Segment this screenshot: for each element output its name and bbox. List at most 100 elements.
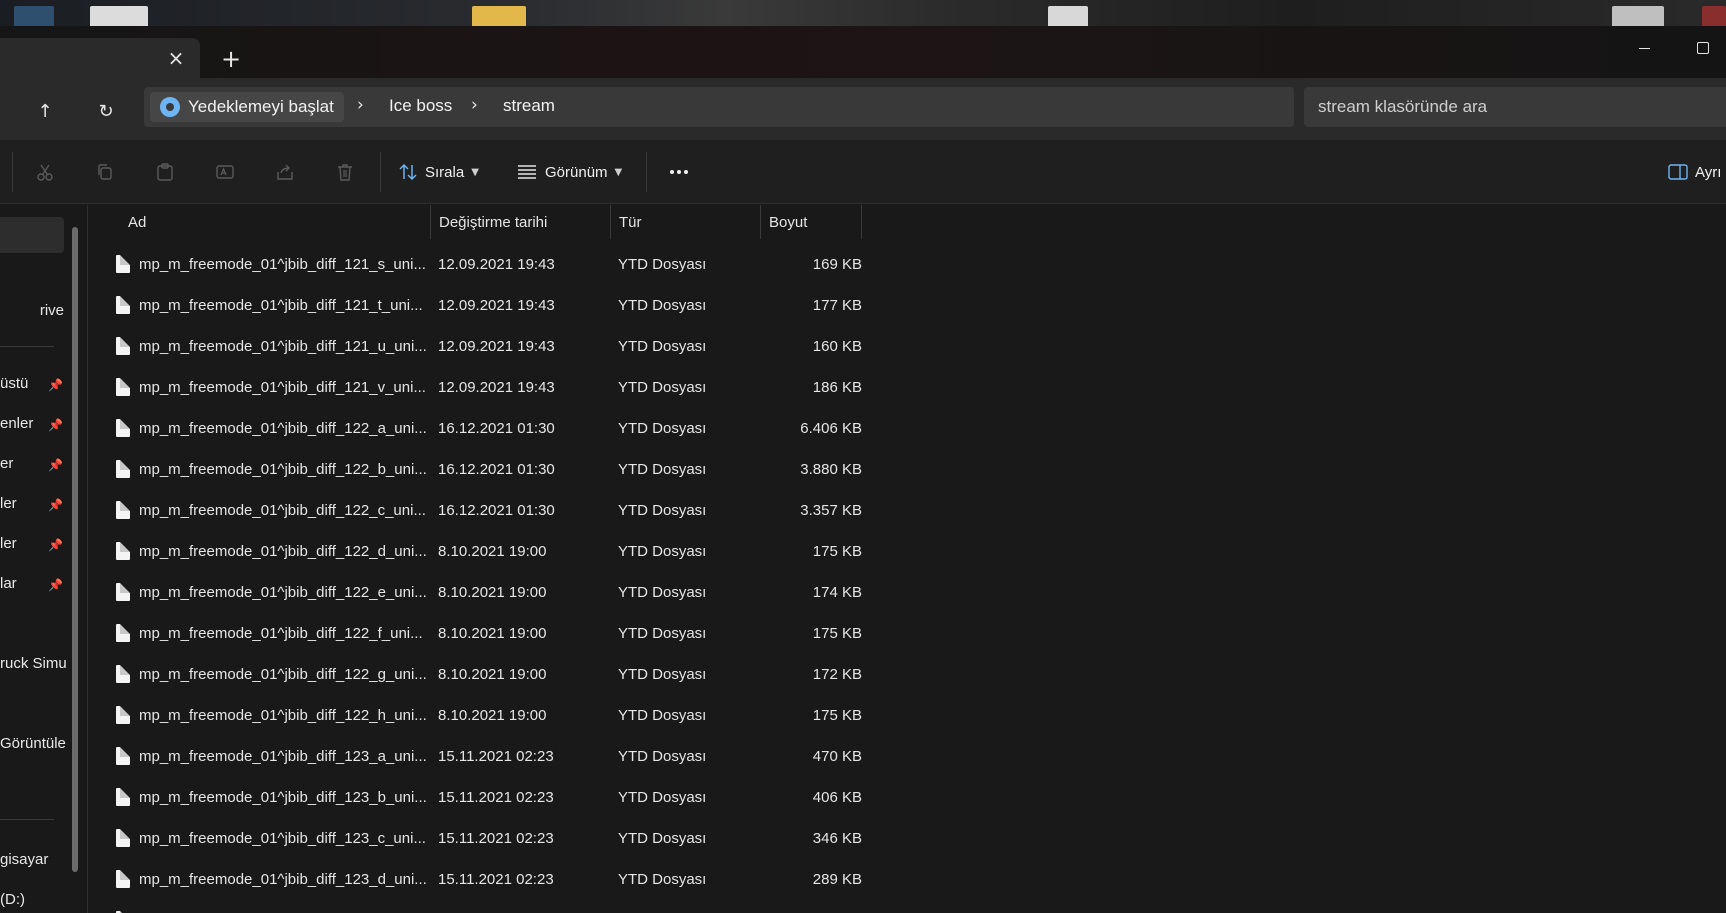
sidebar-item-drive-d[interactable]: (D:)	[0, 891, 66, 913]
navigation-pane: rive üstü 📌 enler 📌 er 📌 ler 📌 ler 📌 lar 📌 ruc…	[0, 205, 88, 913]
file-list: Ad ^ Değiştirme tarihi Tür Boyut mp_m_fr…	[88, 205, 1726, 913]
file-row[interactable]: mp_m_freemode_01^jbib_diff_121_u_uni... …	[88, 327, 862, 368]
paste-icon[interactable]	[152, 160, 178, 184]
file-date: 15.11.2021 02:23	[438, 748, 554, 765]
file-row[interactable]: mp_m_freemode_01^jbib_diff_122_g_uni... …	[88, 655, 862, 696]
file-size: 470 KB	[812, 748, 862, 765]
sidebar-item-this-pc[interactable]: gisayar	[0, 851, 66, 875]
view-list-icon	[518, 165, 536, 179]
file-icon	[116, 255, 130, 273]
file-type: YTD Dosyası	[618, 830, 707, 847]
breadcrumb-item[interactable]: Ice boss	[389, 96, 452, 116]
divider	[646, 152, 647, 192]
file-icon	[116, 747, 130, 765]
file-type: YTD Dosyası	[618, 789, 707, 806]
sort-icon	[399, 163, 417, 181]
sort-ascending-icon: ^	[269, 205, 278, 212]
share-icon[interactable]	[272, 160, 298, 184]
file-size: 177 KB	[812, 297, 862, 314]
address-bar[interactable]: Yedeklemeyi başlat › Ice boss › stream	[144, 87, 1294, 127]
sidebar-item[interactable]: enler 📌	[0, 415, 64, 439]
file-row[interactable]: mp_m_freemode_01^jbib_diff_122_d_uni... …	[88, 532, 862, 573]
column-header-name[interactable]: Ad ^	[88, 205, 431, 239]
breadcrumb-item[interactable]: stream	[503, 96, 555, 116]
column-header-type[interactable]: Tür	[611, 205, 761, 239]
file-date: 8.10.2021 19:00	[438, 625, 547, 642]
file-size: 289 KB	[812, 871, 862, 888]
breadcrumb-backup[interactable]: Yedeklemeyi başlat	[150, 92, 344, 122]
new-tab-button[interactable]: +	[218, 45, 244, 73]
file-row[interactable]: mp_m_freemode_01^jbib_diff_122_f_uni... …	[88, 614, 862, 655]
desktop-icon[interactable]	[1048, 6, 1088, 28]
file-row[interactable]: mp_m_freemode_01^jbib_diff_121_v_uni... …	[88, 368, 862, 409]
file-size: 174 KB	[812, 584, 862, 601]
file-row[interactable]: mp_m_freemode_01^jbib_diff_122_a_uni... …	[88, 409, 862, 450]
file-row[interactable]: mp_m_freemode_01^jbib_diff_121_s_uni... …	[88, 245, 862, 286]
file-type: YTD Dosyası	[618, 338, 707, 355]
sidebar-scrollbar[interactable]	[72, 227, 78, 872]
refresh-icon[interactable]: ↻	[91, 96, 121, 126]
sidebar-selected-item[interactable]	[0, 217, 64, 253]
file-row[interactable]: mp_m_freemode_01^jbib_diff_121_t_uni... …	[88, 286, 862, 327]
file-name: mp_m_freemode_01^jbib_diff_122_h_uni...	[139, 707, 427, 724]
desktop-icon[interactable]	[1702, 6, 1726, 28]
file-type: YTD Dosyası	[618, 297, 707, 314]
up-arrow-icon[interactable]: ↑	[30, 96, 60, 126]
sidebar-item[interactable]: lar 📌	[0, 575, 64, 599]
sidebar-item[interactable]: ruck Simu	[0, 655, 66, 679]
sidebar-item[interactable]: üstü 📌	[0, 375, 64, 399]
file-icon	[116, 829, 130, 847]
details-pane-button[interactable]: Ayrı	[1668, 158, 1721, 186]
folder-icon[interactable]	[472, 6, 526, 28]
sidebar-item[interactable]: ler 📌	[0, 535, 64, 559]
copy-icon[interactable]	[92, 160, 118, 184]
search-input[interactable]	[1304, 87, 1726, 127]
file-row[interactable]: mp_m_freemode_01^jbib_diff_122_e_uni... …	[88, 573, 862, 614]
title-bar: × +	[0, 26, 1726, 78]
minimize-button[interactable]	[1624, 34, 1664, 62]
file-row[interactable]: mp_m_freemode_01^jbib_diff_122_h_uni... …	[88, 696, 862, 737]
column-header-size[interactable]: Boyut	[761, 205, 862, 239]
column-header-date[interactable]: Değiştirme tarihi	[431, 205, 611, 239]
chevron-down-icon: ▼	[471, 166, 479, 178]
sort-button[interactable]: Sırala ▼	[398, 158, 479, 186]
active-tab[interactable]: ×	[0, 38, 200, 78]
maximize-button[interactable]	[1683, 34, 1723, 62]
rename-icon[interactable]	[212, 160, 238, 184]
file-size: 3.880 KB	[800, 461, 862, 478]
close-icon[interactable]: ×	[164, 46, 188, 70]
file-name: mp_m_freemode_01^jbib_diff_123_c_uni...	[139, 830, 426, 847]
file-date: 16.12.2021 01:30	[438, 502, 555, 519]
chevron-right-icon[interactable]: ›	[471, 95, 478, 115]
file-row-partial[interactable]	[88, 901, 862, 913]
sidebar-item[interactable]: rive	[0, 302, 64, 326]
pin-icon: 📌	[48, 378, 63, 392]
file-size: 3.357 KB	[800, 502, 862, 519]
view-label: Görünüm	[545, 163, 608, 181]
file-icon	[116, 624, 130, 642]
desktop-icon[interactable]	[14, 6, 54, 28]
file-row[interactable]: mp_m_freemode_01^jbib_diff_123_b_uni... …	[88, 778, 862, 819]
more-options-button[interactable]	[666, 158, 692, 186]
cut-icon[interactable]	[32, 160, 58, 184]
sort-label: Sırala	[425, 163, 465, 181]
sidebar-item[interactable]: ler 📌	[0, 495, 64, 519]
sidebar-item[interactable]: Görüntüle	[0, 735, 66, 759]
file-icon	[116, 419, 130, 437]
file-row[interactable]: mp_m_freemode_01^jbib_diff_123_d_uni... …	[88, 860, 862, 901]
file-row[interactable]: mp_m_freemode_01^jbib_diff_122_c_uni... …	[88, 491, 862, 532]
file-size: 406 KB	[812, 789, 862, 806]
file-row[interactable]: mp_m_freemode_01^jbib_diff_123_a_uni... …	[88, 737, 862, 778]
desktop-icon[interactable]	[1612, 6, 1664, 28]
file-row[interactable]: mp_m_freemode_01^jbib_diff_122_b_uni... …	[88, 450, 862, 491]
onedrive-backup-icon	[160, 97, 180, 117]
file-type: YTD Dosyası	[618, 707, 707, 724]
file-type: YTD Dosyası	[618, 543, 707, 560]
sidebar-item[interactable]: er 📌	[0, 455, 64, 479]
file-size: 186 KB	[812, 379, 862, 396]
delete-icon[interactable]	[332, 160, 358, 184]
desktop-icon[interactable]	[90, 6, 148, 28]
view-button[interactable]: Görünüm ▼	[516, 158, 622, 186]
file-row[interactable]: mp_m_freemode_01^jbib_diff_123_c_uni... …	[88, 819, 862, 860]
chevron-right-icon[interactable]: ›	[357, 95, 364, 115]
